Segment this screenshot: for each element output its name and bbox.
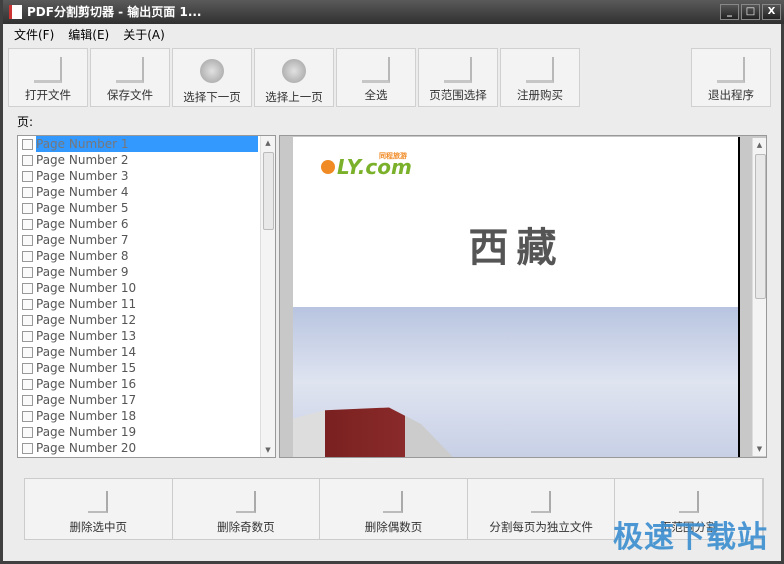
menu-about[interactable]: 关于(A) (123, 26, 165, 43)
delete-selected-icon (88, 491, 109, 513)
page-checkbox[interactable] (22, 154, 33, 166)
app-window: PDF分割剪切器 - 输出页面 1... _ □ X 文件(F) 编辑(E) 关… (0, 0, 784, 564)
page-checkbox[interactable] (22, 298, 33, 310)
open-file-icon (34, 57, 62, 83)
list-item[interactable]: Page Number 9 (18, 264, 275, 280)
page-checkbox[interactable] (22, 202, 33, 214)
menu-file[interactable]: 文件(F) (14, 26, 54, 43)
range-select-icon (444, 57, 472, 83)
page-checkbox[interactable] (22, 314, 33, 326)
list-item[interactable]: Page Number 17 (18, 392, 275, 408)
page-checkbox[interactable] (22, 266, 33, 278)
select-prev-icon (282, 59, 306, 83)
list-item[interactable]: Page Number 18 (18, 408, 275, 424)
split-each-page-button[interactable]: 分割每页为独立文件 (467, 479, 616, 539)
range-split-icon (678, 491, 699, 513)
list-item[interactable]: Page Number 7 (18, 232, 275, 248)
list-item[interactable]: Page Number 20 (18, 440, 275, 456)
delete-even-button[interactable]: 删除偶数页 (320, 479, 468, 539)
select-next-button[interactable]: 选择下一页 (172, 48, 252, 107)
minimize-button[interactable]: _ (720, 4, 739, 20)
page-checkbox[interactable] (22, 186, 33, 198)
register-button[interactable]: 注册购买 (500, 48, 580, 107)
list-item[interactable]: Page Number 8 (18, 248, 275, 264)
list-item[interactable]: Page Number 2 (18, 152, 275, 168)
exit-button[interactable]: 退出程序 (691, 48, 771, 107)
page-checkbox[interactable] (22, 218, 33, 230)
page-checkbox[interactable] (22, 170, 33, 182)
exit-label: 退出程序 (708, 88, 754, 102)
menu-edit[interactable]: 编辑(E) (68, 26, 109, 43)
page-checkbox[interactable] (22, 426, 33, 438)
list-item[interactable]: Page Number 10 (18, 280, 275, 296)
page-checkbox[interactable] (22, 330, 33, 342)
page-checkbox[interactable] (22, 282, 33, 294)
page-checkbox[interactable] (22, 394, 33, 406)
range-select-label: 页范围选择 (429, 88, 487, 102)
list-item[interactable]: Page Number 1 (18, 136, 275, 152)
page-checkbox[interactable] (22, 234, 33, 246)
list-item[interactable]: Page Number 19 (18, 424, 275, 440)
delete-odd-icon (235, 491, 256, 513)
select-prev-label: 选择上一页 (265, 90, 323, 104)
page-checkbox[interactable] (22, 378, 33, 390)
save-file-button[interactable]: 保存文件 (90, 48, 170, 107)
page-label: 页: (17, 115, 34, 129)
window-title: PDF分割剪切器 - 输出页面 1... (27, 5, 202, 19)
register-icon (526, 57, 554, 83)
range-select-button[interactable]: 页范围选择 (418, 48, 498, 107)
page-preview: LY.com 同程旅游 西藏 ▲ ▼ (279, 135, 767, 458)
preview-page: LY.com 同程旅游 西藏 (293, 137, 740, 457)
list-item[interactable]: Page Number 12 (18, 312, 275, 328)
save-file-label: 保存文件 (107, 88, 153, 102)
maximize-button[interactable]: □ (741, 4, 760, 20)
split-each-page-icon (531, 491, 552, 513)
open-file-label: 打开文件 (25, 88, 71, 102)
save-file-icon (116, 57, 144, 83)
list-item[interactable]: Page Number 4 (18, 184, 275, 200)
app-icon (9, 5, 22, 19)
list-item[interactable]: Page Number 11 (18, 296, 275, 312)
list-item[interactable]: Page Number 16 (18, 376, 275, 392)
select-prev-button[interactable]: 选择上一页 (254, 48, 334, 107)
list-scrollbar[interactable]: ▲ ▼ (260, 136, 275, 457)
list-item[interactable]: Page Number 6 (18, 216, 275, 232)
list-item[interactable]: Page Number 14 (18, 344, 275, 360)
select-next-icon (200, 59, 224, 83)
delete-selected-button[interactable]: 删除选中页 (25, 479, 173, 539)
select-next-label: 选择下一页 (183, 90, 241, 104)
list-item[interactable]: Page Number 13 (18, 328, 275, 344)
select-all-icon (362, 57, 390, 83)
menu-bar: 文件(F) 编辑(E) 关于(A) (6, 26, 165, 43)
select-all-label: 全选 (364, 88, 388, 102)
list-item[interactable]: Page Number 5 (18, 200, 275, 216)
page-checkbox[interactable] (22, 442, 33, 454)
page-checkbox[interactable] (22, 138, 33, 150)
page-checkbox[interactable] (22, 250, 33, 262)
potala-photo (293, 307, 738, 457)
exit-arrow-icon (717, 57, 745, 83)
delete-odd-button[interactable]: 删除奇数页 (172, 479, 321, 539)
list-item[interactable]: Page Number 15 (18, 360, 275, 376)
ly-logo: LY.com 同程旅游 (321, 152, 412, 179)
register-label: 注册购买 (517, 88, 563, 102)
page-checkbox[interactable] (22, 346, 33, 358)
page-list[interactable]: Page Number 1 Page Number 2 Page Number 3P… (17, 135, 276, 458)
delete-even-icon (383, 491, 404, 513)
page-checkbox[interactable] (22, 362, 33, 374)
watermark: 极速下载站 (613, 520, 768, 555)
title-bar: PDF分割剪切器 - 输出页面 1... _ □ X (3, 0, 784, 24)
close-button[interactable]: X (762, 4, 781, 20)
preview-title: 西藏 (468, 224, 565, 271)
preview-scrollbar[interactable]: ▲ ▼ (752, 138, 766, 456)
list-item[interactable]: Page Number 3 (18, 168, 275, 184)
select-all-button[interactable]: 全选 (336, 48, 416, 107)
page-checkbox[interactable] (22, 410, 33, 422)
open-file-button[interactable]: 打开文件 (8, 48, 88, 107)
